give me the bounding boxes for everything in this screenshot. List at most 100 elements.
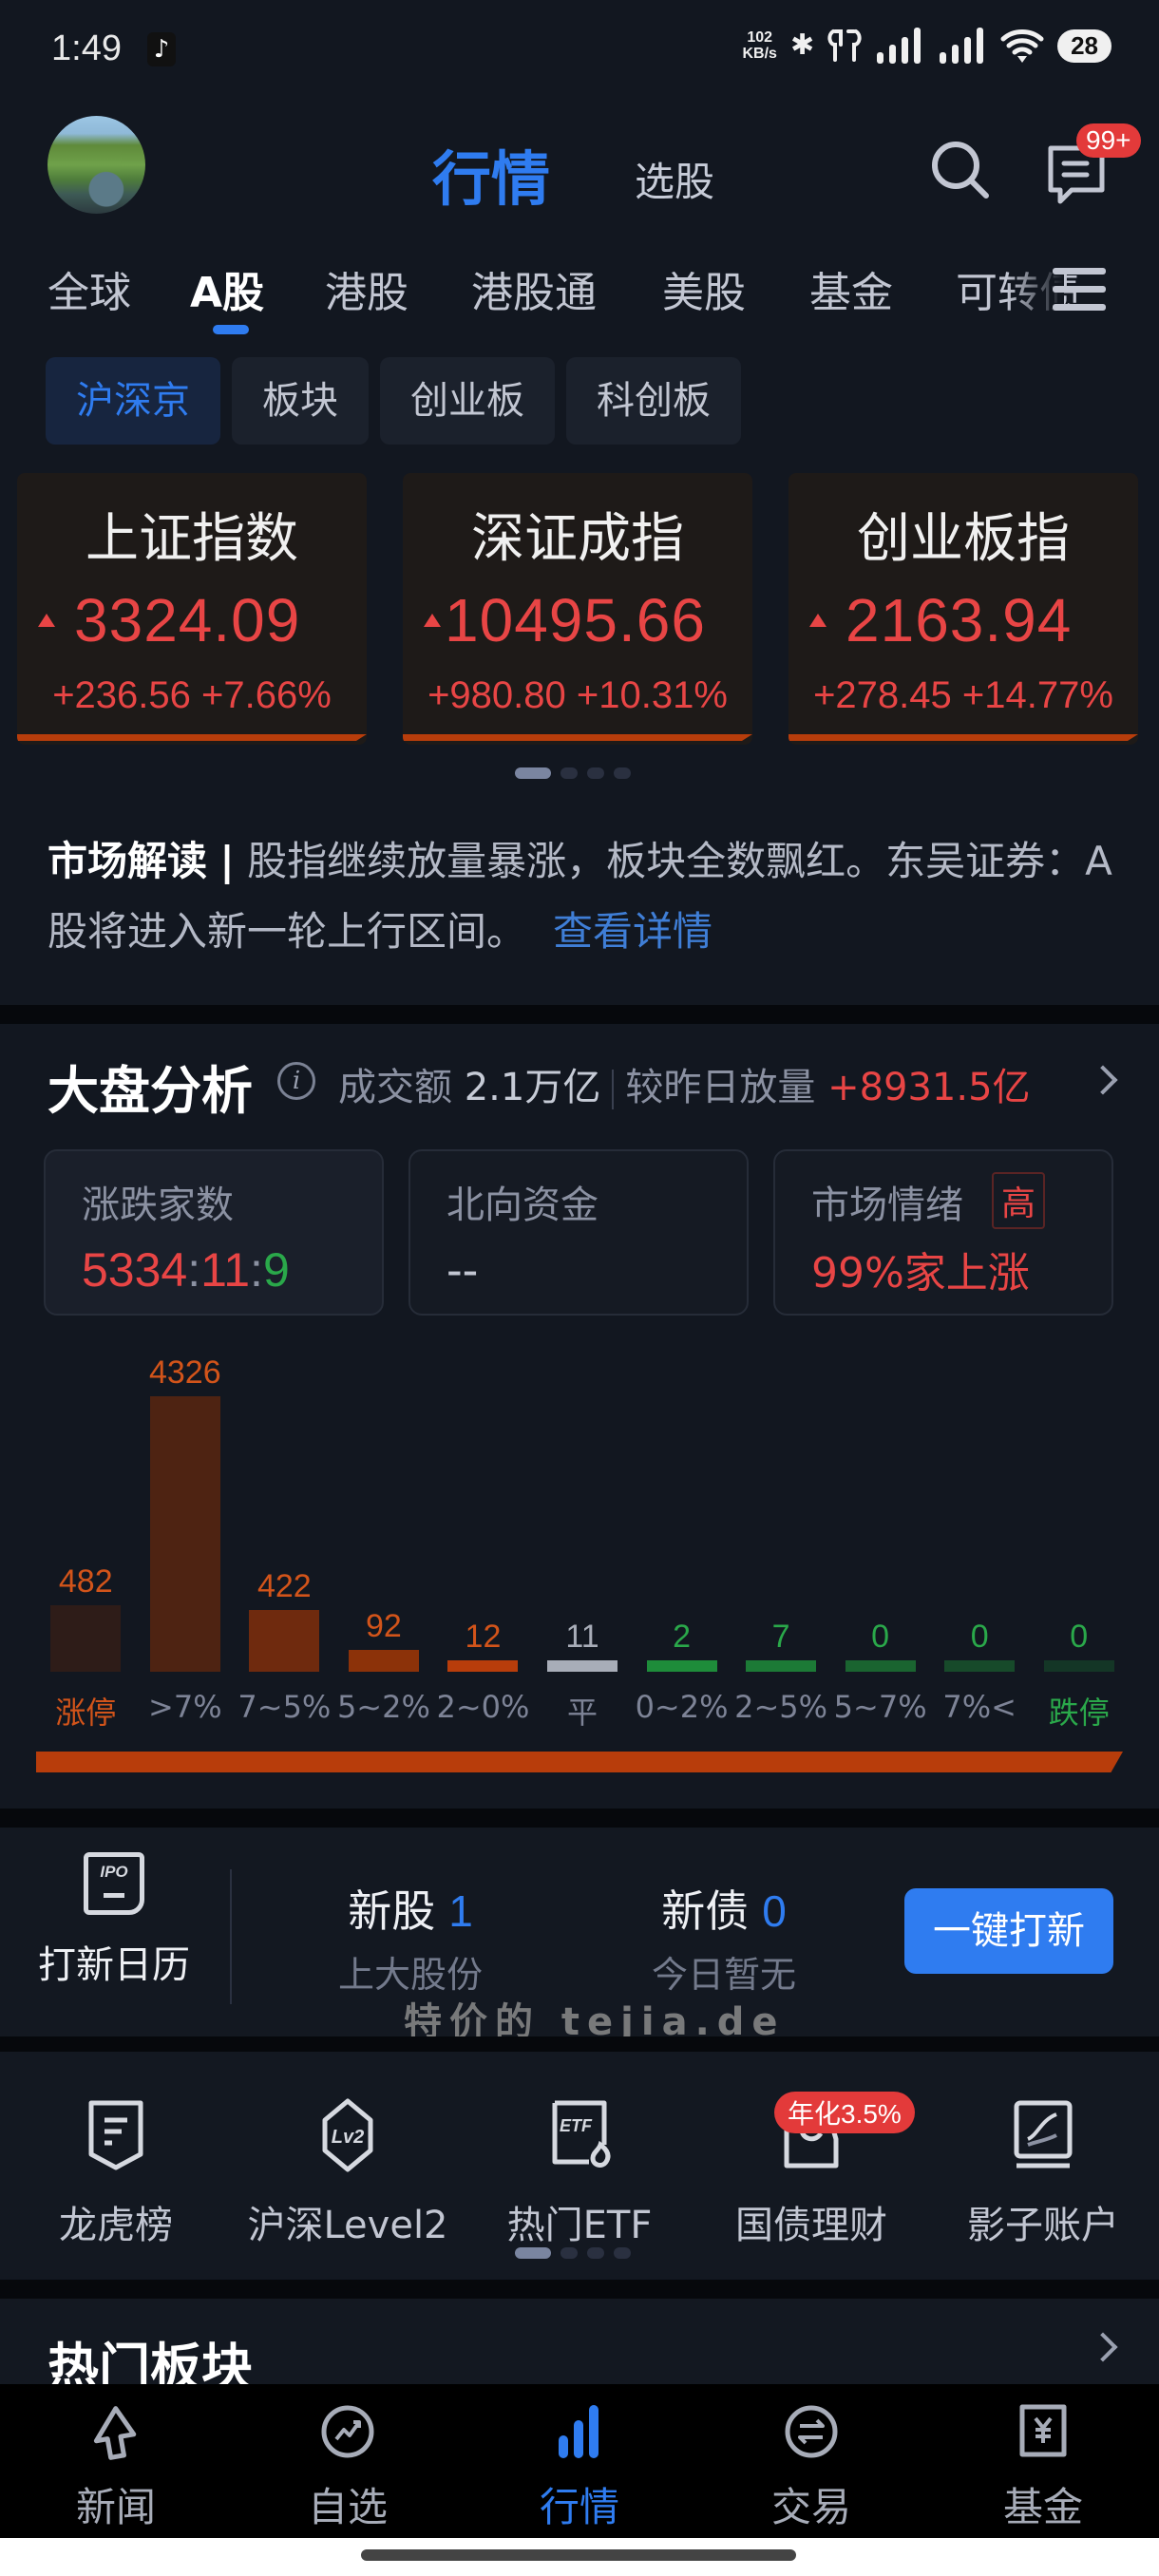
sentiment-card[interactable]: 市场情绪 高 99%家上涨: [773, 1149, 1113, 1316]
volume-change: +8931.5亿: [827, 1066, 1031, 1109]
index-card-bar: [17, 734, 367, 741]
battery-icon: 28: [1057, 28, 1112, 63]
pager-dot[interactable]: [515, 767, 551, 779]
subtab-sectors[interactable]: 板块: [232, 357, 369, 445]
news-icon: [93, 2406, 137, 2460]
wifi-icon: [1000, 29, 1044, 63]
subtab-star-market[interactable]: 科创板: [566, 357, 741, 445]
section-divider: [0, 2280, 1159, 2299]
info-icon[interactable]: i: [277, 1062, 315, 1100]
network-speed: 102 KB/s: [742, 29, 777, 62]
shortcut-shadow-account[interactable]: 影子账户: [927, 2097, 1159, 2249]
section-title: 大盘分析: [48, 1061, 253, 1121]
status-time: 1:49: [51, 28, 122, 68]
shortcut-hot-etf[interactable]: ETF 热门ETF: [464, 2097, 695, 2249]
chevron-right-icon[interactable]: [1088, 1065, 1118, 1095]
index-price: 2163.94: [846, 586, 1073, 654]
bar-value-label: 482: [58, 1563, 113, 1601]
bar-value-label: 11: [565, 1619, 599, 1655]
new-stock-info[interactable]: 新股 1 上大股份: [338, 1877, 483, 1998]
up-down-ratio-bar: [36, 1752, 1123, 1772]
one-click-subscribe-button[interactable]: 一键打新: [904, 1888, 1113, 1974]
home-indicator[interactable]: [361, 2549, 796, 2561]
northbound-card[interactable]: 北向资金 --: [408, 1149, 749, 1316]
svg-text:ETF: ETF: [560, 2116, 593, 2135]
bar-value-label: 92: [365, 1607, 402, 1644]
index-price: 10495.66: [445, 586, 706, 654]
pager-dot[interactable]: [515, 2247, 551, 2259]
category-label: 涨停: [55, 1695, 117, 1731]
index-card-bar: [403, 734, 752, 741]
tab-global[interactable]: 全球: [48, 258, 131, 319]
section-divider: [0, 1809, 1159, 1828]
index-price: 3324.09: [74, 586, 301, 654]
index-card-shenzhen[interactable]: 深证成指 10495.66 +980.80 +10.31%: [403, 473, 752, 745]
commentary-separator: |: [219, 838, 235, 884]
index-card-shanghai[interactable]: 上证指数 3324.09 +236.56 +7.66%: [17, 473, 367, 745]
tab-a-shares[interactable]: A股: [190, 258, 264, 319]
index-change: +980.80 +10.31%: [428, 674, 728, 716]
index-name: 深证成指: [471, 508, 684, 570]
tab-stock-picker[interactable]: 选股: [635, 150, 714, 208]
hot-sectors-header[interactable]: 热门板块: [0, 2299, 1159, 2397]
pager-dot[interactable]: [560, 2247, 578, 2259]
view-details-link[interactable]: 查看详情: [553, 908, 712, 955]
nav-market[interactable]: 行情: [464, 2403, 695, 2533]
new-bond-info[interactable]: 新债 0 今日暂无: [652, 1877, 796, 1998]
up-arrow-icon: [424, 614, 441, 627]
advance-decline-card[interactable]: 涨跌家数 5334:11:9: [44, 1149, 384, 1316]
bar-value-label: 12: [465, 1619, 502, 1655]
divider: [230, 1869, 232, 2004]
sentiment-tag: 高: [992, 1172, 1046, 1229]
distribution-chart[interactable]: 482 涨停 4326 >7% 422 7~5% 92 5~2% 12 2~0% 11 平 2 0~2% 7…: [36, 1349, 1129, 1748]
pager-dot[interactable]: [614, 767, 631, 779]
index-card-chinext[interactable]: 创业板指 2163.94 +278.45 +14.77%: [788, 473, 1138, 745]
turnover-summary[interactable]: 成交额 2.1万亿 较昨日放量 +8931.5亿: [338, 1056, 1031, 1111]
pager-dot[interactable]: [614, 2247, 631, 2259]
menu-icon[interactable]: [1053, 268, 1106, 312]
ipo-calendar[interactable]: IPO 打新日历: [28, 1852, 200, 1989]
system-home-area: [0, 2538, 1159, 2576]
subtab-sh-sz-bj[interactable]: 沪深京: [46, 357, 220, 445]
tab-market[interactable]: 行情: [432, 131, 550, 217]
status-bar: 1:49 ♪ 102 KB/s ✱ 28: [0, 0, 1159, 95]
pager-dot[interactable]: [587, 2247, 604, 2259]
pager-dot[interactable]: [560, 767, 578, 779]
search-icon[interactable]: [929, 139, 992, 201]
market-icon: [559, 2405, 598, 2458]
index-change: +278.45 +14.77%: [813, 674, 1113, 716]
category-label: 2~0%: [436, 1689, 530, 1725]
bar-value-label: 422: [256, 1567, 312, 1604]
pager-dot[interactable]: [587, 767, 604, 779]
category-label: >7%: [148, 1689, 222, 1725]
tab-funds[interactable]: 基金: [809, 258, 893, 319]
sentiment-value: 99%家上涨: [811, 1249, 1030, 1297]
chevron-right-icon[interactable]: [1088, 2332, 1118, 2362]
bar-3: [348, 1649, 419, 1672]
tab-hk-stocks[interactable]: 港股: [325, 258, 408, 319]
tab-hk-connect[interactable]: 港股通: [471, 258, 597, 319]
nav-fund[interactable]: 基金: [927, 2403, 1159, 2533]
nav-news[interactable]: 新闻: [0, 2403, 232, 2533]
nav-watchlist[interactable]: 自选: [232, 2403, 464, 2533]
etf-icon: ETF: [552, 2100, 611, 2168]
ranking-list-icon: [88, 2100, 143, 2170]
avatar[interactable]: [48, 116, 145, 214]
active-tab-indicator: [213, 325, 249, 334]
category-label: 平: [566, 1695, 598, 1731]
watchlist-icon: [321, 2405, 374, 2458]
earbuds-icon: [827, 29, 862, 62]
status-icons: 102 KB/s ✱ 28: [742, 27, 1112, 65]
subtab-chinext[interactable]: 创业板: [380, 357, 555, 445]
signal-icon: [877, 28, 922, 64]
level2-icon: Lv2: [322, 2098, 373, 2172]
nav-trade[interactable]: 交易: [695, 2403, 927, 2533]
index-card-bar: [788, 734, 1138, 741]
shortcut-dragon-tiger[interactable]: 龙虎榜: [0, 2097, 232, 2249]
index-cards: 上证指数 3324.09 +236.56 +7.66% 深证成指 10495.6…: [17, 473, 1148, 745]
shortcut-level2[interactable]: Lv2 沪深Level2: [232, 2097, 464, 2249]
tab-us-stocks[interactable]: 美股: [662, 258, 746, 319]
market-commentary[interactable]: 市场解读 | 股指继续放量暴涨，板块全数飘红。东吴证券：A股将进入新一轮上行区间…: [48, 826, 1121, 967]
new-stock-count: 1: [448, 1886, 473, 1936]
bar-8: [845, 1660, 916, 1672]
